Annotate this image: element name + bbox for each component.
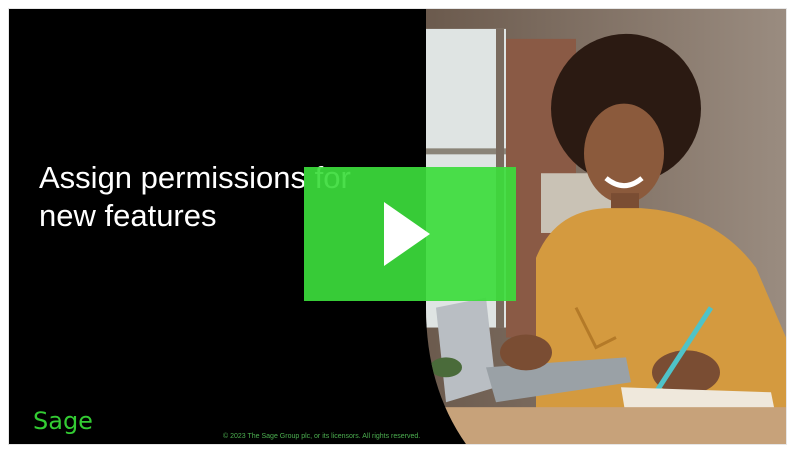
copyright-notice: © 2023 The Sage Group plc, or its licens…: [223, 433, 421, 440]
play-icon: [384, 202, 430, 266]
play-button[interactable]: [304, 167, 516, 301]
video-player[interactable]: Assign permissions for new features Sage…: [8, 8, 787, 445]
sage-logo: Sage: [33, 407, 93, 435]
